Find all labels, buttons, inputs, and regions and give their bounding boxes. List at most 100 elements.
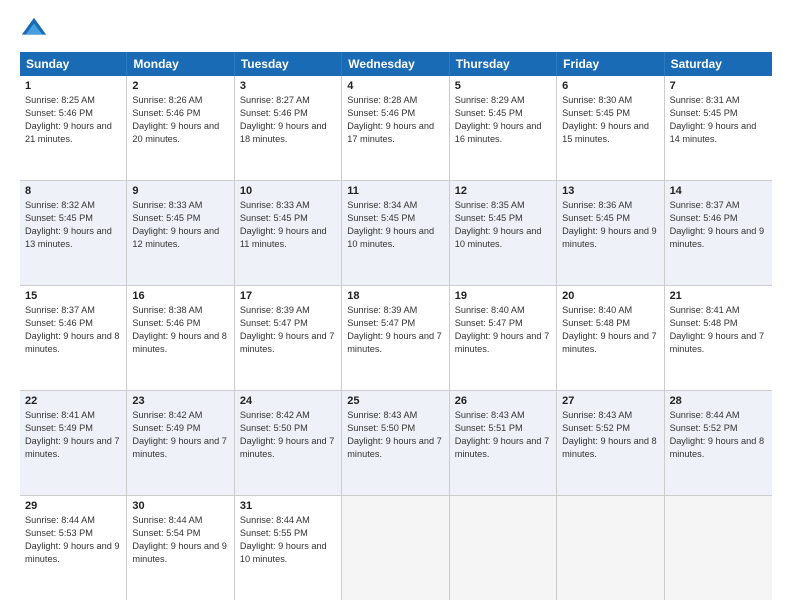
sunset-label: Sunset: 5:49 PM <box>25 423 93 433</box>
sunset-label: Sunset: 5:53 PM <box>25 528 93 538</box>
day-info: Sunrise: 8:37 AM Sunset: 5:46 PM Dayligh… <box>25 304 121 356</box>
day-info: Sunrise: 8:35 AM Sunset: 5:45 PM Dayligh… <box>455 199 551 251</box>
calendar-cell: 8 Sunrise: 8:32 AM Sunset: 5:45 PM Dayli… <box>20 181 127 285</box>
sunrise-label: Sunrise: 8:25 AM <box>25 95 95 105</box>
sunset-label: Sunset: 5:48 PM <box>670 318 738 328</box>
calendar-cell: 28 Sunrise: 8:44 AM Sunset: 5:52 PM Dayl… <box>665 391 772 495</box>
sunset-label: Sunset: 5:46 PM <box>347 108 415 118</box>
sunrise-label: Sunrise: 8:38 AM <box>132 305 202 315</box>
day-info: Sunrise: 8:43 AM Sunset: 5:51 PM Dayligh… <box>455 409 551 461</box>
sunrise-label: Sunrise: 8:31 AM <box>670 95 740 105</box>
day-number: 31 <box>240 500 336 512</box>
day-number: 15 <box>25 290 121 302</box>
sunrise-label: Sunrise: 8:42 AM <box>240 410 310 420</box>
sunset-label: Sunset: 5:50 PM <box>240 423 308 433</box>
calendar-cell: 1 Sunrise: 8:25 AM Sunset: 5:46 PM Dayli… <box>20 76 127 180</box>
daylight-label: Daylight: 9 hours and 9 minutes. <box>670 226 765 249</box>
sunrise-label: Sunrise: 8:39 AM <box>347 305 417 315</box>
day-number: 30 <box>132 500 228 512</box>
calendar-cell: 16 Sunrise: 8:38 AM Sunset: 5:46 PM Dayl… <box>127 286 234 390</box>
sunrise-label: Sunrise: 8:41 AM <box>670 305 740 315</box>
sunrise-label: Sunrise: 8:27 AM <box>240 95 310 105</box>
day-number: 28 <box>670 395 767 407</box>
sunrise-label: Sunrise: 8:44 AM <box>25 515 95 525</box>
sunset-label: Sunset: 5:45 PM <box>347 213 415 223</box>
sunset-label: Sunset: 5:49 PM <box>132 423 200 433</box>
day-info: Sunrise: 8:43 AM Sunset: 5:52 PM Dayligh… <box>562 409 658 461</box>
day-number: 23 <box>132 395 228 407</box>
day-info: Sunrise: 8:34 AM Sunset: 5:45 PM Dayligh… <box>347 199 443 251</box>
sunrise-label: Sunrise: 8:40 AM <box>562 305 632 315</box>
sunset-label: Sunset: 5:54 PM <box>132 528 200 538</box>
day-number: 26 <box>455 395 551 407</box>
sunrise-label: Sunrise: 8:41 AM <box>25 410 95 420</box>
sunrise-label: Sunrise: 8:30 AM <box>562 95 632 105</box>
sunrise-label: Sunrise: 8:39 AM <box>240 305 310 315</box>
calendar-cell: 13 Sunrise: 8:36 AM Sunset: 5:45 PM Dayl… <box>557 181 664 285</box>
sunset-label: Sunset: 5:50 PM <box>347 423 415 433</box>
daylight-label: Daylight: 9 hours and 17 minutes. <box>347 121 434 144</box>
calendar-header-cell: Sunday <box>20 52 127 76</box>
calendar-cell: 29 Sunrise: 8:44 AM Sunset: 5:53 PM Dayl… <box>20 496 127 600</box>
day-number: 9 <box>132 185 228 197</box>
sunset-label: Sunset: 5:47 PM <box>240 318 308 328</box>
calendar-row: 1 Sunrise: 8:25 AM Sunset: 5:46 PM Dayli… <box>20 76 772 181</box>
calendar-cell: 30 Sunrise: 8:44 AM Sunset: 5:54 PM Dayl… <box>127 496 234 600</box>
day-number: 25 <box>347 395 443 407</box>
daylight-label: Daylight: 9 hours and 8 minutes. <box>25 331 120 354</box>
daylight-label: Daylight: 9 hours and 16 minutes. <box>455 121 542 144</box>
sunset-label: Sunset: 5:46 PM <box>132 108 200 118</box>
day-info: Sunrise: 8:26 AM Sunset: 5:46 PM Dayligh… <box>132 94 228 146</box>
daylight-label: Daylight: 9 hours and 9 minutes. <box>25 541 120 564</box>
day-number: 21 <box>670 290 767 302</box>
day-number: 3 <box>240 80 336 92</box>
daylight-label: Daylight: 9 hours and 8 minutes. <box>132 331 227 354</box>
sunrise-label: Sunrise: 8:40 AM <box>455 305 525 315</box>
daylight-label: Daylight: 9 hours and 9 minutes. <box>132 541 227 564</box>
sunrise-label: Sunrise: 8:37 AM <box>25 305 95 315</box>
calendar-cell: 27 Sunrise: 8:43 AM Sunset: 5:52 PM Dayl… <box>557 391 664 495</box>
calendar-cell: 12 Sunrise: 8:35 AM Sunset: 5:45 PM Dayl… <box>450 181 557 285</box>
calendar-cell: 19 Sunrise: 8:40 AM Sunset: 5:47 PM Dayl… <box>450 286 557 390</box>
sunset-label: Sunset: 5:46 PM <box>240 108 308 118</box>
calendar-header-cell: Friday <box>557 52 664 76</box>
day-info: Sunrise: 8:44 AM Sunset: 5:53 PM Dayligh… <box>25 514 121 566</box>
day-number: 14 <box>670 185 767 197</box>
daylight-label: Daylight: 9 hours and 7 minutes. <box>455 331 550 354</box>
daylight-label: Daylight: 9 hours and 7 minutes. <box>562 331 657 354</box>
sunrise-label: Sunrise: 8:26 AM <box>132 95 202 105</box>
day-info: Sunrise: 8:36 AM Sunset: 5:45 PM Dayligh… <box>562 199 658 251</box>
sunrise-label: Sunrise: 8:33 AM <box>240 200 310 210</box>
sunrise-label: Sunrise: 8:33 AM <box>132 200 202 210</box>
sunset-label: Sunset: 5:52 PM <box>562 423 630 433</box>
daylight-label: Daylight: 9 hours and 18 minutes. <box>240 121 327 144</box>
day-number: 7 <box>670 80 767 92</box>
daylight-label: Daylight: 9 hours and 7 minutes. <box>132 436 227 459</box>
day-number: 10 <box>240 185 336 197</box>
calendar-header-cell: Thursday <box>450 52 557 76</box>
day-number: 19 <box>455 290 551 302</box>
day-number: 6 <box>562 80 658 92</box>
sunset-label: Sunset: 5:45 PM <box>562 108 630 118</box>
logo-icon <box>20 16 48 44</box>
calendar-cell: 26 Sunrise: 8:43 AM Sunset: 5:51 PM Dayl… <box>450 391 557 495</box>
calendar-cell: 14 Sunrise: 8:37 AM Sunset: 5:46 PM Dayl… <box>665 181 772 285</box>
day-info: Sunrise: 8:27 AM Sunset: 5:46 PM Dayligh… <box>240 94 336 146</box>
sunset-label: Sunset: 5:46 PM <box>25 318 93 328</box>
calendar-cell: 18 Sunrise: 8:39 AM Sunset: 5:47 PM Dayl… <box>342 286 449 390</box>
day-number: 24 <box>240 395 336 407</box>
calendar-cell: 10 Sunrise: 8:33 AM Sunset: 5:45 PM Dayl… <box>235 181 342 285</box>
calendar-cell: 2 Sunrise: 8:26 AM Sunset: 5:46 PM Dayli… <box>127 76 234 180</box>
sunrise-label: Sunrise: 8:44 AM <box>132 515 202 525</box>
day-info: Sunrise: 8:39 AM Sunset: 5:47 PM Dayligh… <box>347 304 443 356</box>
sunset-label: Sunset: 5:45 PM <box>562 213 630 223</box>
day-info: Sunrise: 8:40 AM Sunset: 5:48 PM Dayligh… <box>562 304 658 356</box>
calendar-cell: 21 Sunrise: 8:41 AM Sunset: 5:48 PM Dayl… <box>665 286 772 390</box>
sunrise-label: Sunrise: 8:32 AM <box>25 200 95 210</box>
sunrise-label: Sunrise: 8:37 AM <box>670 200 740 210</box>
calendar-cell: 23 Sunrise: 8:42 AM Sunset: 5:49 PM Dayl… <box>127 391 234 495</box>
day-info: Sunrise: 8:42 AM Sunset: 5:50 PM Dayligh… <box>240 409 336 461</box>
day-info: Sunrise: 8:29 AM Sunset: 5:45 PM Dayligh… <box>455 94 551 146</box>
calendar-cell: 3 Sunrise: 8:27 AM Sunset: 5:46 PM Dayli… <box>235 76 342 180</box>
calendar-header-cell: Wednesday <box>342 52 449 76</box>
